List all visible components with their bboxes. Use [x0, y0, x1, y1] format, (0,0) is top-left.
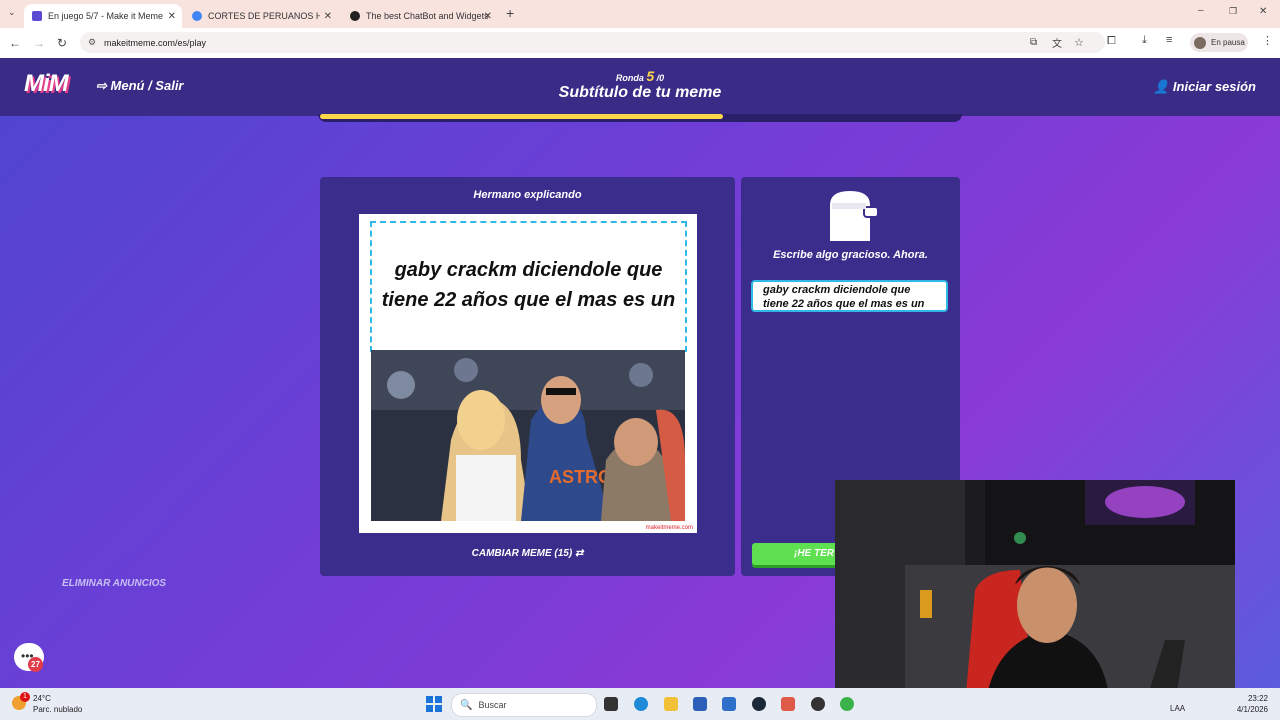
- weather-widget[interactable]: 24°C Parc. nublado: [33, 693, 82, 715]
- caption-input[interactable]: gaby crackm diciendole que tiene 22 años…: [751, 280, 948, 312]
- caption-text: gaby crackm diciendole que tiene 22 años…: [381, 259, 676, 311]
- language-indicator[interactable]: LAA: [1170, 704, 1185, 713]
- clock-time: 23:22: [1247, 694, 1268, 703]
- windows-taskbar: 1 24°C Parc. nublado 🔍 Buscar LAA 23:22 …: [0, 688, 1280, 720]
- swap-icon: ⇄: [574, 548, 584, 559]
- watermark: makeitmeme.com: [645, 525, 693, 531]
- avatar: [1194, 36, 1206, 49]
- round-progress-bar: [318, 114, 962, 122]
- meme-photo-illustration: ASTROS: [371, 350, 685, 521]
- close-tab-icon[interactable]: ✕: [324, 11, 332, 22]
- obs-icon[interactable]: [811, 697, 825, 711]
- file-explorer-icon[interactable]: [664, 697, 678, 711]
- site-info-icon[interactable]: ⚙: [88, 37, 96, 48]
- tab-list-icon[interactable]: ⌄: [8, 7, 16, 18]
- login-label: Iniciar sesión: [1172, 79, 1256, 94]
- app-icon[interactable]: [781, 697, 795, 711]
- tab-title: The best ChatBot and Widgets: [366, 11, 489, 21]
- taskbar-search[interactable]: 🔍 Buscar: [451, 693, 597, 717]
- progress-fill: [320, 114, 724, 119]
- translate-icon[interactable]: 文: [1052, 35, 1062, 50]
- chrome-icon[interactable]: [840, 697, 854, 711]
- remove-ads-link[interactable]: ELIMINAR ANUNCIOS: [62, 578, 166, 589]
- chatbot-favicon-icon: [350, 11, 360, 21]
- game-header: MiM ⇨ Menú / Salir Ronda 5 /0 Subtítulo …: [0, 58, 1280, 116]
- browser-tab-bar: ⌄ En juego 5/7 - Make it Meme ✕ CORTES D…: [0, 0, 1280, 28]
- weather-temp: 24°C: [33, 694, 51, 703]
- round-indicator: Ronda 5 /0: [0, 68, 1280, 84]
- more-menu-icon[interactable]: ⋮: [1262, 34, 1273, 47]
- bookmark-star-icon[interactable]: ☆: [1074, 36, 1084, 49]
- user-icon: 👤: [1153, 79, 1170, 94]
- change-meme-label: CAMBIAR MEME (15): [471, 548, 573, 559]
- window-close-icon[interactable]: ✕: [1259, 6, 1267, 17]
- task-view-icon[interactable]: [604, 697, 618, 711]
- cast-icon[interactable]: ⧉: [1030, 37, 1037, 48]
- edge-icon[interactable]: [634, 697, 648, 711]
- weather-desc: Parc. nublado: [33, 705, 83, 714]
- back-icon[interactable]: ←: [9, 36, 21, 50]
- mascot-icon: [830, 191, 879, 241]
- clock-date: 4/1/2026: [1236, 705, 1268, 714]
- round-total: /0: [656, 73, 665, 83]
- new-tab-icon[interactable]: +: [506, 5, 514, 21]
- login-button[interactable]: 👤 Iniciar sesión: [1153, 79, 1256, 95]
- profile-status: En pausa: [1211, 38, 1245, 47]
- extensions-icon[interactable]: ⧠: [1107, 35, 1116, 48]
- page-title: Subtítulo de tu meme: [558, 84, 722, 101]
- google-favicon-icon: [192, 11, 202, 21]
- close-tab-icon[interactable]: ✕: [484, 11, 492, 22]
- windows-start-icon[interactable]: [426, 696, 442, 712]
- round-current: 5: [646, 68, 655, 84]
- outlook-icon[interactable]: [722, 697, 736, 711]
- chat-badge: 27: [28, 657, 43, 672]
- search-icon: 🔍: [460, 699, 473, 711]
- search-placeholder: Buscar: [478, 700, 507, 710]
- makeitmeme-favicon-icon: [32, 11, 42, 21]
- meme-panel: Hermano explicando gaby crackm diciendol…: [320, 177, 735, 576]
- tab-title: CORTES DE PERUANOS HORRIB: [208, 11, 320, 21]
- forward-icon[interactable]: →: [33, 36, 45, 50]
- change-meme-button[interactable]: CAMBIAR MEME (15) ⇄: [320, 548, 735, 559]
- close-tab-icon[interactable]: ✕: [168, 11, 176, 22]
- media-control-icon[interactable]: ≡: [1166, 34, 1172, 46]
- store-icon[interactable]: [693, 697, 707, 711]
- webcam-overlay: 🔇: [835, 480, 1235, 705]
- tab-make-it-meme[interactable]: En juego 5/7 - Make it Meme ✕: [24, 4, 182, 28]
- system-clock[interactable]: 23:22 4/1/2026: [1237, 693, 1268, 715]
- restore-icon[interactable]: ❐: [1229, 6, 1237, 17]
- editor-prompt: Escribe algo gracioso. Ahora.: [773, 249, 928, 261]
- url-text: makeitmeme.com/es/play: [104, 37, 207, 48]
- steam-icon[interactable]: [752, 697, 766, 711]
- reload-icon[interactable]: ↻: [57, 36, 67, 50]
- browser-address-bar: ← → ↻ ⚙ makeitmeme.com/es/play ⧉ 文 ☆ ⧠ ⤓…: [0, 28, 1280, 59]
- meme-preview: gaby crackm diciendole que tiene 22 años…: [359, 214, 697, 533]
- meme-image: ASTROS: [371, 350, 685, 521]
- tab-cortes[interactable]: CORTES DE PERUANOS HORRIB ✕: [184, 4, 338, 28]
- profile-chip[interactable]: En pausa: [1190, 33, 1248, 52]
- tab-chatbot[interactable]: The best ChatBot and Widgets ✕: [342, 4, 498, 28]
- minimize-icon[interactable]: –: [1198, 5, 1204, 16]
- round-label: Ronda: [615, 73, 644, 83]
- weather-badge: 1: [20, 692, 30, 702]
- meme-template-name: Hermano explicando: [473, 189, 582, 201]
- download-icon[interactable]: ⤓: [1142, 34, 1147, 47]
- url-field[interactable]: ⚙ makeitmeme.com/es/play ⧉ 文 ☆: [80, 32, 1105, 53]
- tab-title: En juego 5/7 - Make it Meme: [48, 11, 164, 21]
- caption-area[interactable]: gaby crackm diciendole que tiene 22 años…: [370, 221, 687, 352]
- webcam-video-illustration: [835, 480, 1235, 705]
